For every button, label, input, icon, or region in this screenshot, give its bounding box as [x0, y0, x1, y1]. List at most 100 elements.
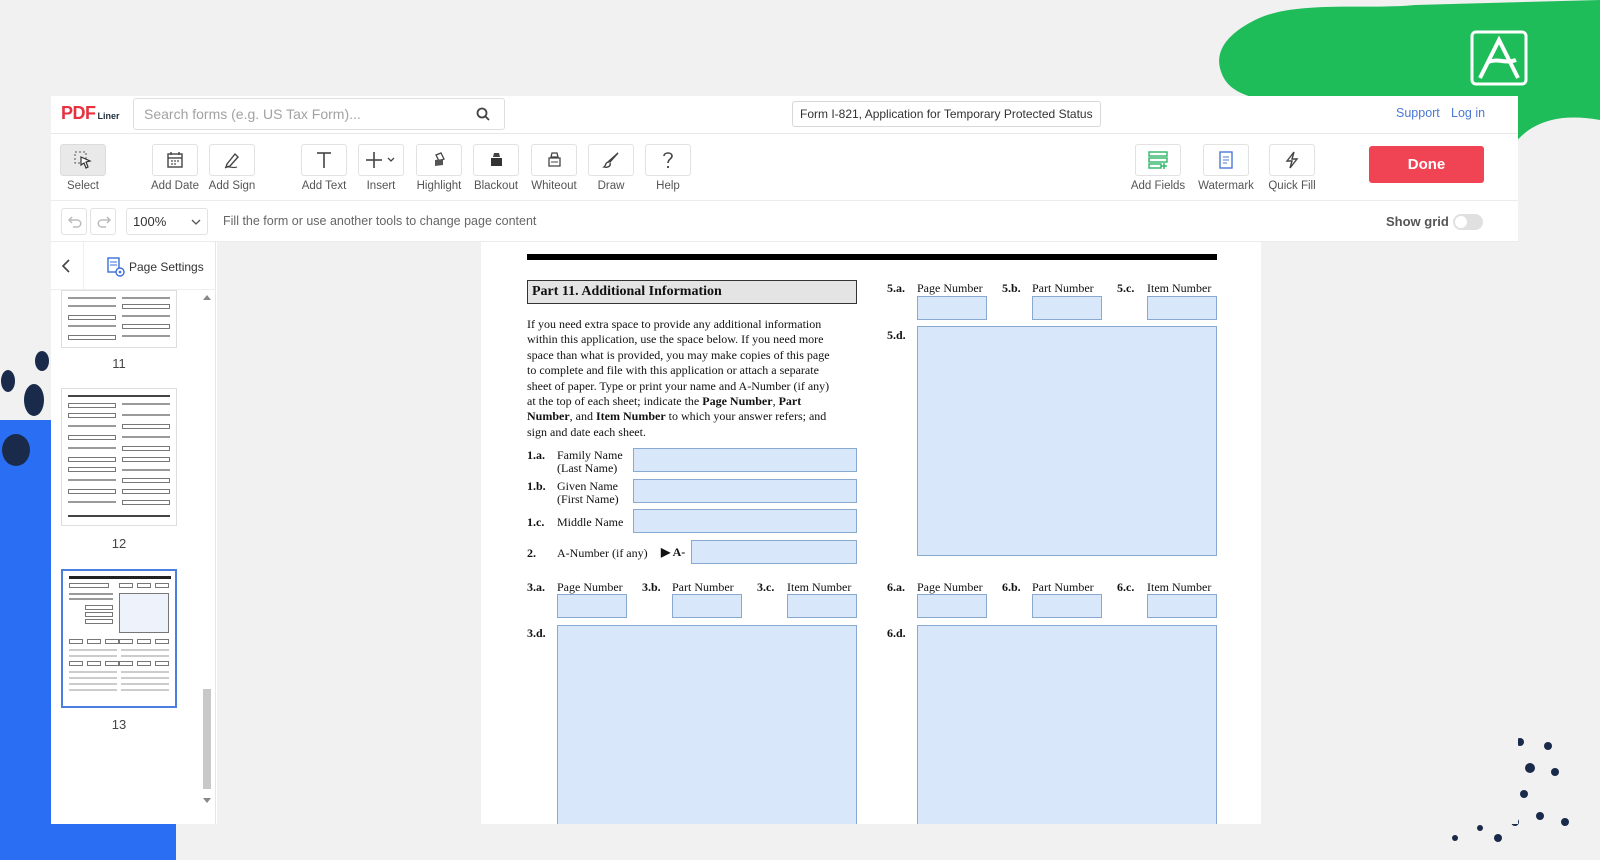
zoom-value: 100%	[133, 214, 167, 229]
tool-label: Add Text	[301, 180, 347, 192]
middle-name-label: Middle Name	[557, 515, 624, 529]
show-grid-label: Show grid	[1386, 214, 1449, 229]
tool-label: Insert	[366, 180, 396, 192]
tool-label: Highlight	[416, 180, 462, 192]
pdfliner-logo[interactable]: PDF Liner	[61, 103, 120, 124]
tool-blackout[interactable]: Blackout	[466, 144, 526, 192]
page-thumbnail-12[interactable]	[61, 388, 177, 526]
sidebar-scrollbar[interactable]	[200, 294, 214, 806]
tool-add-fields[interactable]: Add Fields	[1128, 144, 1188, 192]
answer-6d-textarea[interactable]	[917, 625, 1217, 824]
highlighter-icon	[435, 152, 445, 166]
tool-add-text[interactable]: Add Text	[294, 144, 354, 192]
search-input[interactable]	[134, 99, 454, 129]
page-number-6a-field[interactable]	[917, 594, 987, 618]
tool-label: Blackout	[473, 180, 519, 192]
middle-name-field[interactable]	[633, 509, 857, 533]
cursor-icon	[74, 151, 92, 169]
tool-highlight[interactable]: Highlight	[409, 144, 469, 192]
redo-button[interactable]	[90, 208, 116, 235]
eraser-icon	[548, 152, 561, 167]
blackout-icon	[491, 153, 502, 166]
page-sidebar: Page Settings 11 12 13	[51, 242, 216, 824]
pen-sign-icon	[224, 152, 239, 169]
support-link[interactable]: Support	[1396, 106, 1440, 120]
given-name-field[interactable]	[633, 479, 857, 503]
item-1c-number: 1.c.	[527, 515, 545, 529]
item-number-3c-field[interactable]	[787, 594, 857, 618]
part-heading: Part 11. Additional Information	[527, 280, 857, 304]
fields-icon	[1148, 151, 1168, 169]
tool-draw[interactable]: Draw	[581, 144, 641, 192]
tool-label: Whiteout	[531, 180, 577, 192]
item-5c-number: 5.c.	[1117, 281, 1135, 295]
part-number-6b-label: Part Number	[1032, 580, 1094, 594]
page-number-5a-field[interactable]	[917, 296, 987, 320]
item-5d-number: 5.d.	[887, 328, 906, 342]
family-name-field[interactable]	[633, 448, 857, 472]
tool-whiteout[interactable]: Whiteout	[524, 144, 584, 192]
tool-help[interactable]: Help	[638, 144, 698, 192]
chevron-left-icon	[61, 259, 70, 273]
tool-select[interactable]: Select	[53, 144, 113, 192]
collapse-sidebar-button[interactable]	[51, 242, 84, 290]
calendar-icon	[167, 152, 183, 168]
part-number-3b-field[interactable]	[672, 594, 742, 618]
page-settings-label: Page Settings	[129, 260, 204, 274]
part-number-6b-field[interactable]	[1032, 594, 1102, 618]
tool-label: Help	[656, 180, 680, 192]
item-5b-number: 5.b.	[1002, 281, 1021, 295]
answer-5d-textarea[interactable]	[917, 326, 1217, 556]
instructions-text: If you need extra space to provide any a…	[527, 317, 830, 439]
undo-icon	[67, 216, 82, 228]
show-grid-toggle[interactable]	[1453, 214, 1483, 230]
scroll-up-icon	[203, 295, 211, 300]
tool-insert[interactable]: Insert	[351, 144, 411, 192]
done-button[interactable]: Done	[1369, 146, 1484, 183]
tool-label: Add Fields	[1130, 180, 1186, 192]
a-number-field[interactable]	[691, 540, 857, 564]
top-rule	[527, 254, 1217, 260]
tool-add-sign[interactable]: Add Sign	[202, 144, 262, 192]
page-number-3a-field[interactable]	[557, 594, 627, 618]
zoom-select[interactable]: 100%	[126, 208, 208, 235]
item-number-6c-field[interactable]	[1147, 594, 1217, 618]
logo-text: PDF	[61, 103, 96, 123]
toggle-knob	[1455, 216, 1467, 228]
item-number-3c-label: Item Number	[787, 580, 852, 594]
page-thumbnail-13[interactable]	[61, 569, 177, 708]
search-box	[133, 98, 505, 130]
watermark-icon	[1219, 151, 1233, 169]
tool-label: Quick Fill	[1268, 180, 1316, 192]
undo-button[interactable]	[61, 208, 87, 235]
sub-toolbar: 100% Fill the form or use another tools …	[51, 201, 1518, 242]
page-number-6a-label: Page Number	[917, 580, 983, 594]
a-number-label: A-Number (if any)	[557, 546, 648, 560]
part-number-5b-field[interactable]	[1032, 296, 1102, 320]
answer-3d-textarea[interactable]	[557, 625, 857, 824]
page-thumbnail-11[interactable]	[61, 290, 177, 348]
item-1b-number: 1.b.	[527, 479, 546, 493]
tool-label: Add Sign	[208, 180, 256, 192]
paint-drops-decoration	[1, 351, 49, 466]
search-icon[interactable]	[476, 107, 490, 121]
document-title: Form I-821, Application for Temporary Pr…	[792, 101, 1101, 127]
tool-label: Add Date	[151, 180, 199, 192]
redo-icon	[97, 216, 112, 228]
given-name-label: Given Name (First Name)	[557, 479, 619, 506]
page-settings-icon	[107, 257, 125, 277]
tool-add-date[interactable]: Add Date	[145, 144, 205, 192]
pdf-page: Part 11. Additional Information If you n…	[481, 242, 1261, 824]
tool-quick-fill[interactable]: Quick Fill	[1262, 144, 1322, 192]
page-settings-button[interactable]: Page Settings	[107, 257, 204, 277]
login-link[interactable]: Log in	[1451, 106, 1485, 120]
hint-text: Fill the form or use another tools to ch…	[223, 214, 537, 228]
item-number-6c-label: Item Number	[1147, 580, 1212, 594]
sidebar-header: Page Settings	[51, 242, 216, 290]
item-number-5c-label: Item Number	[1147, 281, 1212, 295]
item-3a-number: 3.a.	[527, 580, 545, 594]
item-number-5c-field[interactable]	[1147, 296, 1217, 320]
scroll-thumb[interactable]	[203, 689, 211, 789]
tool-label: Watermark	[1198, 180, 1254, 192]
tool-watermark[interactable]: Watermark	[1196, 144, 1256, 192]
